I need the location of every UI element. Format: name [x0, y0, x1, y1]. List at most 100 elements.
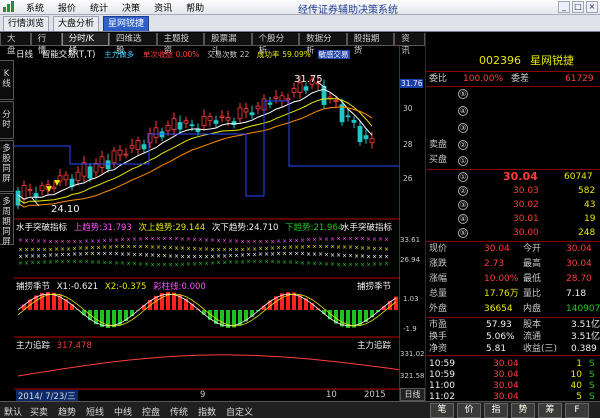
weicha-label: 委差 [511, 74, 530, 84]
buy-row-1[interactable]: ① 30.04 60747 [426, 171, 600, 183]
pane3-name[interactable]: 捕捞季节 [16, 282, 50, 292]
sailor-mark: × [162, 261, 167, 268]
sailor-mark: × [384, 236, 389, 243]
rbtab-trend[interactable]: 势 [511, 403, 535, 418]
menu-system[interactable]: 系统 [26, 1, 44, 14]
main-force-line [17, 354, 403, 377]
menu-stats[interactable]: 统计 [90, 1, 108, 14]
ctab-theme[interactable]: 主题投资 [156, 33, 205, 56]
sailor-mark: × [372, 236, 377, 243]
period-label[interactable]: 日线 [16, 50, 33, 60]
stat-value: 5.06% [486, 332, 515, 342]
sailor-mark: × [48, 238, 53, 245]
sailor-mark: × [162, 253, 167, 260]
sailor-mark: × [288, 251, 293, 258]
btab-classic[interactable]: 传统 [170, 405, 188, 418]
vtab-multi-stock[interactable]: 多股同屏 [0, 140, 14, 192]
stat-label: 股本 [523, 320, 542, 330]
btab-mid[interactable]: 中线 [114, 405, 132, 418]
pane4-name[interactable]: 主力追踪 [16, 341, 50, 351]
tab-index-analysis[interactable]: 大盘分析 [53, 16, 100, 31]
close-button[interactable]: × [586, 1, 598, 13]
quote-panel: 002396 星网锐捷 委比 100.00% 委差 61729 ⑤ ④ ③ ② … [425, 33, 600, 413]
ctab-data-analysis[interactable]: 数据分析 [299, 33, 347, 56]
sailor-mark: × [198, 261, 203, 268]
sailor-mark: × [324, 261, 329, 268]
sailor-mark: × [312, 236, 317, 243]
tab-market-browse[interactable]: 行情浏览 [3, 16, 50, 31]
candle-body [225, 117, 231, 121]
sailor-mark: × [288, 259, 293, 266]
pane3-right-name: 捕捞季节 [357, 282, 392, 292]
sailor-mark: × [342, 261, 347, 268]
btab-short[interactable]: 短线 [86, 405, 104, 418]
sailor-mark: × [186, 253, 191, 260]
success-value: 59.09% [282, 50, 311, 59]
buy-row-4[interactable]: ④ 30.01 19 [426, 213, 600, 225]
minimize-button[interactable]: _ [558, 1, 570, 13]
stat-value: 36654 [484, 304, 513, 314]
btab-trend[interactable]: 趋势 [58, 405, 76, 418]
buy-row-5[interactable]: ⑤ 30.00 248 [426, 227, 600, 239]
sailor-mark: × [30, 238, 35, 245]
rbtab-f10[interactable]: F [565, 403, 589, 418]
vtab-kline[interactable]: K线 [0, 60, 14, 100]
sailor-mark: × [354, 261, 359, 268]
sailor-mark: × [318, 244, 323, 251]
menu-help[interactable]: 帮助 [186, 1, 204, 14]
ctab-funnel[interactable]: 股票漏斗 [204, 33, 252, 56]
sailor-mark: × [378, 236, 383, 243]
btab-index[interactable]: 指数 [198, 405, 216, 418]
stat-label: 现价 [429, 244, 448, 254]
candle-body [87, 166, 93, 179]
sailor-mark: × [336, 244, 341, 251]
sailor-mark: × [312, 244, 317, 251]
sailor-mark: × [168, 236, 173, 243]
pane2-subup: 次上趋势:29.144 [138, 223, 206, 233]
rbtab-chip[interactable]: 筹 [538, 403, 562, 418]
maximize-button[interactable]: □ [572, 1, 584, 13]
sailor-mark: × [72, 238, 77, 245]
menu-decision[interactable]: 决策 [122, 1, 140, 14]
menu-info[interactable]: 资讯 [154, 1, 172, 14]
ctab-futures[interactable]: 股指期货 [346, 33, 395, 56]
btab-custom[interactable]: 自定义 [226, 405, 253, 418]
stat-value: 140907 [566, 304, 600, 314]
tab-stock[interactable]: 星网锐捷 [103, 16, 150, 31]
app-title: 经传证券辅助决策系统 [298, 5, 398, 16]
indicator-name[interactable]: 智能交易(T,T) [42, 50, 96, 60]
period-button[interactable]: 日线 [400, 388, 425, 401]
fishing-x1-line [17, 293, 397, 327]
sailor-mark: × [162, 236, 167, 243]
buy-row-2[interactable]: ② 30.03 582 [426, 185, 600, 197]
vtab-multi-period[interactable]: 多周期同屏 [0, 193, 14, 247]
sailor-mark: × [144, 261, 149, 268]
ctab-news[interactable]: 资讯 [394, 33, 425, 56]
kline-chart-area[interactable]: × × × × × × × × × × × × × × × × × × × × × × × × × × × × × × × × × × × × × × × ×… [14, 46, 403, 402]
rbtab-index[interactable]: 指 [484, 403, 508, 418]
sailor-mark: × [144, 252, 149, 259]
menu-quote[interactable]: 报价 [58, 1, 76, 14]
sailor-mark: × [198, 253, 203, 260]
buy-row-3[interactable]: ③ 30.02 43 [426, 199, 600, 211]
quote-stat-row: 市盈 57.93 股本 3.51亿 [426, 319, 600, 331]
sensitive-trade-tag[interactable]: 敏感交易 [317, 50, 350, 59]
rbtab-price[interactable]: 价 [457, 403, 481, 418]
btab-default[interactable]: 默认 [4, 405, 22, 418]
sailor-mark: × [378, 261, 383, 268]
sailor-mark: × [270, 259, 275, 266]
sailor-mark: × [258, 238, 263, 245]
vtab-intraday[interactable]: 分时 [0, 101, 14, 139]
candle-body [201, 115, 207, 127]
ctab-stock-analysis[interactable]: 个股分析 [251, 33, 300, 56]
ctab-index[interactable]: 大盘 [0, 33, 31, 56]
stat-value: 30.04 [566, 244, 592, 254]
ctab-4d-select[interactable]: 四维选股 [109, 33, 157, 56]
btab-trade[interactable]: 买卖 [30, 405, 48, 418]
stat-label: 收益(三) [523, 344, 558, 354]
btab-control[interactable]: 控盘 [142, 405, 160, 418]
ctab-quote[interactable]: 行情 [30, 33, 62, 56]
rbtab-ticks[interactable]: 笔 [430, 403, 454, 418]
pane2-name[interactable]: 水手突破指标 [16, 223, 67, 233]
ctab-kline[interactable]: 分时/K线 [61, 33, 110, 56]
